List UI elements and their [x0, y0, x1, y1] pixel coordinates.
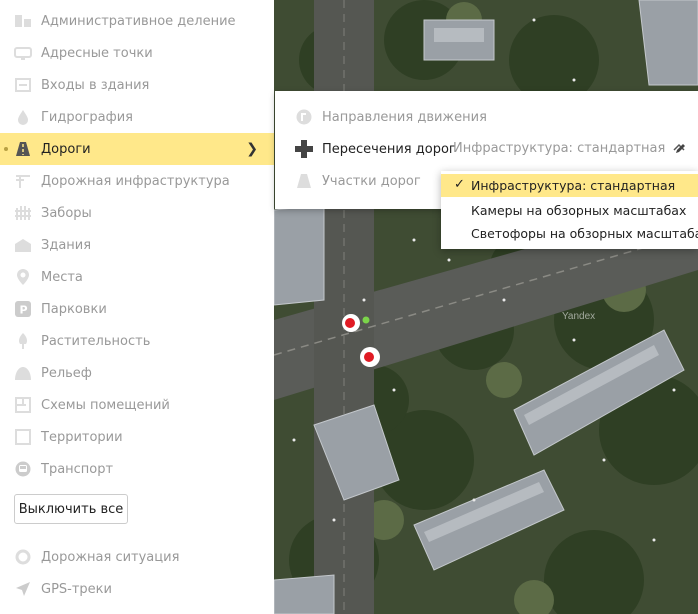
sidebar-item-label: Адресные точки — [41, 45, 153, 61]
roads-item-directions[interactable]: Направления движения — [275, 101, 487, 133]
transport-icon — [14, 460, 32, 478]
traffic-light-marker[interactable] — [358, 345, 382, 369]
sidebar-item-buildings[interactable]: Здания — [0, 229, 274, 261]
sidebar-item-label: Растительность — [41, 333, 151, 349]
roads-item-segments[interactable]: Участки дорог — [275, 165, 421, 197]
sidebar-item-address-points[interactable]: Адресные точки — [0, 37, 274, 69]
roads-item-label: Пересечения дорог — [322, 141, 456, 157]
directions-icon — [295, 108, 313, 126]
sidebar-item-road-infrastructure[interactable]: Дорожная инфраструктура — [0, 165, 274, 197]
sidebar-item-label: GPS-треки — [41, 581, 112, 597]
sidebar-item-fences[interactable]: Заборы — [0, 197, 274, 229]
sidebar-item-hydrography[interactable]: Гидрография — [0, 101, 274, 133]
sidebar-item-transport[interactable]: Транспорт — [0, 453, 274, 485]
option-traffic-lights-overview[interactable]: Светофоры на обзорных масштабах — [441, 222, 698, 245]
sidebar-item-indoor-plans[interactable]: Схемы помещений — [0, 389, 274, 421]
indoor-plans-icon — [14, 396, 32, 414]
road-segments-icon — [295, 172, 313, 190]
address-points-icon — [14, 44, 32, 62]
infrastructure-dropdown: ✓ Инфраструктура: стандартная Камеры на … — [441, 171, 698, 249]
sidebar-item-label: Транспорт — [41, 461, 114, 477]
sidebar-item-traffic[interactable]: Дорожная ситуация — [0, 541, 274, 573]
option-cameras-overview[interactable]: Камеры на обзорных масштабах — [441, 199, 698, 222]
check-icon: ✓ — [454, 177, 465, 192]
sidebar-item-parking[interactable]: P Парковки — [0, 293, 274, 325]
sidebar-item-places[interactable]: Места — [0, 261, 274, 293]
intersection-icon — [295, 140, 313, 158]
traffic-icon — [14, 548, 32, 566]
relief-icon — [14, 364, 32, 382]
sidebar-item-label: Дорожная ситуация — [41, 549, 180, 565]
parking-icon: P — [14, 300, 32, 318]
place-pin-icon — [14, 268, 32, 286]
sidebar-item-label: Входы в здания — [41, 77, 150, 93]
sidebar-item-building-entrances[interactable]: Входы в здания — [0, 69, 274, 101]
infrastructure-select-value: Инфраструктура: стандартная — [453, 141, 666, 156]
sidebar-item-label: Схемы помещений — [41, 397, 170, 413]
road-infrastructure-icon — [14, 172, 32, 190]
sidebar-item-gps-tracks[interactable]: GPS-треки — [0, 573, 274, 605]
infrastructure-select[interactable]: Инфраструктура: стандартная — [453, 141, 685, 156]
active-marker — [4, 147, 8, 151]
green-dot-marker[interactable] — [362, 316, 370, 324]
sidebar-item-label: Административное деление — [41, 13, 236, 29]
building-entrances-icon — [14, 76, 32, 94]
sidebar-item-label: Заборы — [41, 205, 92, 221]
option-label: Светофоры на обзорных масштабах — [471, 226, 698, 241]
fence-icon — [14, 204, 32, 222]
turn-off-all-button[interactable]: Выключить все — [14, 494, 128, 524]
roads-item-intersections[interactable]: Пересечения дорог — [275, 133, 456, 165]
gps-tracks-icon — [14, 580, 32, 598]
sidebar-item-territories[interactable]: Территории — [0, 421, 274, 453]
sidebar-item-roads[interactable]: Дороги ❯ — [0, 133, 274, 165]
water-drop-icon — [14, 108, 32, 126]
sidebar-item-label: Здания — [41, 237, 92, 253]
road-icon — [14, 140, 32, 158]
roads-item-label: Участки дорог — [322, 173, 421, 189]
layers-sidebar: Административное деление Адресные точки … — [0, 0, 274, 614]
roads-item-label: Направления движения — [322, 109, 487, 125]
chevron-right-icon: ❯ — [246, 141, 258, 157]
admin-division-icon — [14, 12, 32, 30]
sidebar-item-admin-division[interactable]: Административное деление — [0, 5, 274, 37]
option-label: Камеры на обзорных масштабах — [471, 203, 687, 218]
sidebar-item-label: Дорожная инфраструктура — [41, 173, 230, 189]
sidebar-item-label: Гидрография — [41, 109, 134, 125]
building-icon — [14, 236, 32, 254]
option-standard[interactable]: ✓ Инфраструктура: стандартная — [441, 174, 698, 197]
territory-icon — [14, 428, 32, 446]
sidebar-item-vegetation[interactable]: Растительность — [0, 325, 274, 357]
map-watermark: Yandex — [562, 311, 596, 322]
sidebar-item-label: Дороги — [41, 141, 91, 157]
sidebar-item-label: Рельеф — [41, 365, 92, 381]
tree-icon — [14, 332, 32, 350]
sidebar-item-relief[interactable]: Рельеф — [0, 357, 274, 389]
svg-text:P: P — [20, 304, 28, 317]
pencil-icon[interactable] — [675, 142, 687, 158]
traffic-light-marker[interactable] — [340, 312, 362, 334]
option-label: Инфраструктура: стандартная — [471, 178, 676, 193]
sidebar-item-label: Места — [41, 269, 83, 285]
sidebar-item-label: Парковки — [41, 301, 107, 317]
sidebar-item-label: Территории — [41, 429, 123, 445]
